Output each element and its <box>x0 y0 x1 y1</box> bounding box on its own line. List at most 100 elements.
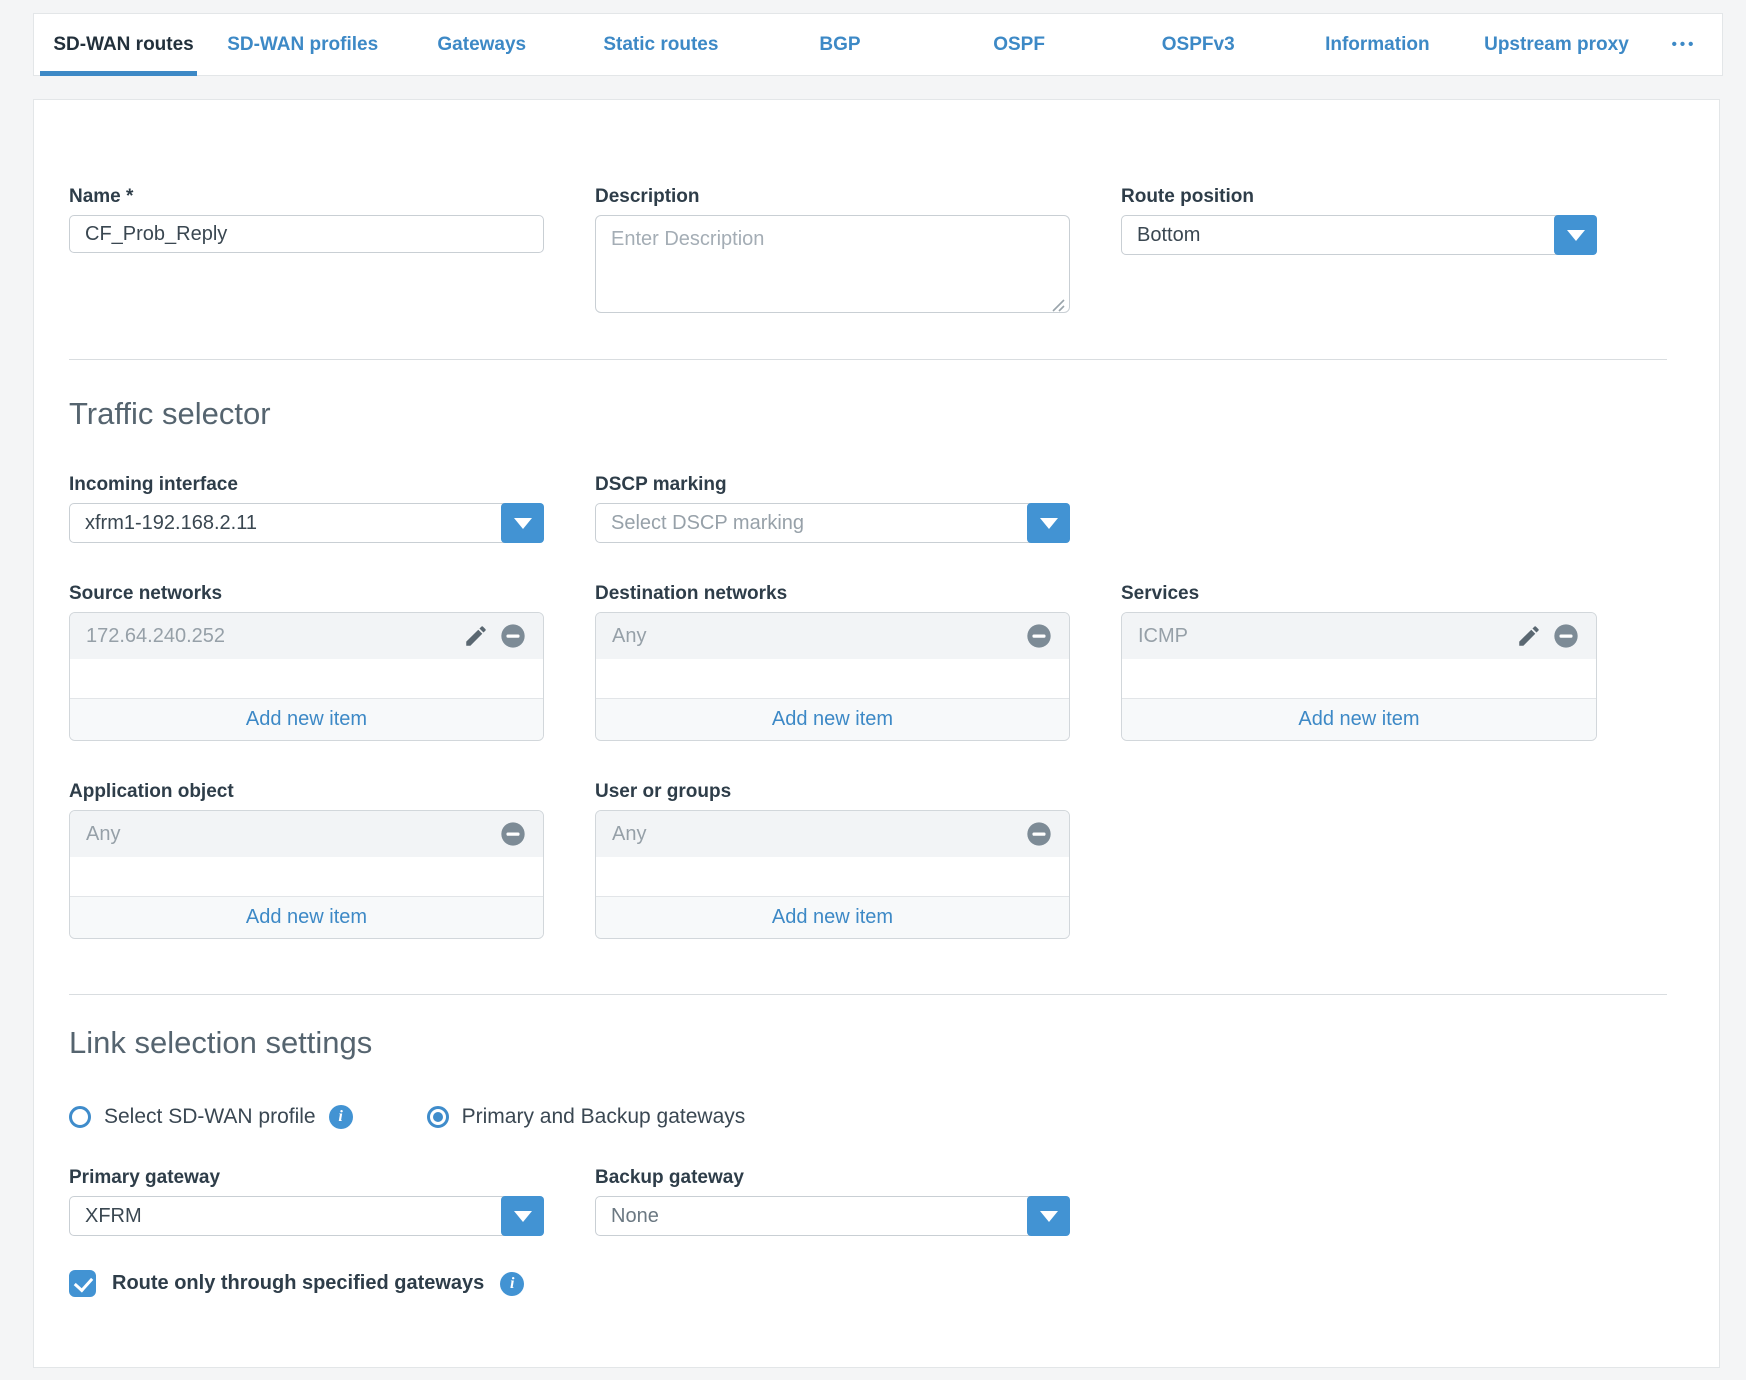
section-divider <box>69 359 1667 360</box>
add-new-item-button[interactable]: Add new item <box>70 896 543 938</box>
tab-sd-wan-routes[interactable]: SD-WAN routes <box>34 14 213 75</box>
list-item-value: ICMP <box>1138 625 1506 648</box>
list-item-value: Any <box>612 823 1015 846</box>
incoming-interface-group: Incoming interface xfrm1-192.168.2.11 <box>69 474 544 543</box>
backup-gateway-group: Backup gateway None <box>595 1167 1070 1236</box>
primary-gateway-label: Primary gateway <box>69 1167 544 1189</box>
source-networks-list: 172.64.240.252 Add new item <box>69 612 544 741</box>
user-or-groups-group: User or groups Any Add new item <box>595 781 1070 939</box>
route-only-label: Route only through specified gateways <box>112 1272 484 1295</box>
name-input[interactable] <box>69 215 544 253</box>
add-new-item-button[interactable]: Add new item <box>596 698 1069 740</box>
info-icon[interactable]: i <box>500 1272 524 1296</box>
destination-networks-group: Destination networks Any Add new item <box>595 583 1070 741</box>
backup-gateway-value: None <box>596 1205 1027 1228</box>
radio-checked-icon[interactable] <box>427 1106 449 1128</box>
user-or-groups-label: User or groups <box>595 781 1070 803</box>
application-object-list: Any Add new item <box>69 810 544 939</box>
radio-primary-backup-gateways[interactable]: Primary and Backup gateways <box>427 1105 746 1129</box>
list-empty-area <box>596 857 1069 896</box>
primary-gateway-select[interactable]: XFRM <box>69 1196 544 1236</box>
name-label: Name * <box>69 186 544 208</box>
tab-bar: SD-WAN routes SD-WAN profiles Gateways S… <box>33 13 1723 76</box>
dscp-marking-placeholder: Select DSCP marking <box>596 512 1027 535</box>
minus-circle-icon[interactable] <box>499 622 527 650</box>
traffic-selector-title: Traffic selector <box>69 396 1665 432</box>
tab-gateways[interactable]: Gateways <box>392 14 571 75</box>
add-new-item-button[interactable]: Add new item <box>596 896 1069 938</box>
tab-information[interactable]: Information <box>1288 14 1467 75</box>
minus-circle-icon[interactable] <box>1025 820 1053 848</box>
radio-select-sdwan-profile[interactable]: Select SD-WAN profile i <box>69 1105 353 1129</box>
route-only-row: Route only through specified gateways i <box>69 1270 1665 1297</box>
sd-wan-route-form: Name * Description Route position Bottom… <box>33 99 1720 1368</box>
minus-circle-icon[interactable] <box>1552 622 1580 650</box>
destination-networks-list: Any Add new item <box>595 612 1070 741</box>
tab-ospfv3[interactable]: OSPFv3 <box>1109 14 1288 75</box>
dscp-marking-select[interactable]: Select DSCP marking <box>595 503 1070 543</box>
list-item: 172.64.240.252 <box>70 613 543 659</box>
link-selection-title: Link selection settings <box>69 1025 1665 1061</box>
backup-gateway-label: Backup gateway <box>595 1167 1070 1189</box>
route-position-select[interactable]: Bottom <box>1121 215 1597 255</box>
list-item-value: Any <box>612 625 1015 648</box>
name-field-group: Name * <box>69 186 544 253</box>
chevron-down-icon[interactable] <box>1027 1196 1070 1236</box>
list-empty-area <box>70 659 543 698</box>
dscp-marking-label: DSCP marking <box>595 474 1070 496</box>
primary-gateway-value: XFRM <box>70 1205 501 1228</box>
list-empty-area <box>1122 659 1596 698</box>
chevron-down-icon[interactable] <box>501 1196 544 1236</box>
radio-label: Primary and Backup gateways <box>462 1105 746 1129</box>
incoming-interface-label: Incoming interface <box>69 474 544 496</box>
destination-networks-label: Destination networks <box>595 583 1070 605</box>
pencil-icon[interactable] <box>1516 623 1542 649</box>
tab-sd-wan-profiles[interactable]: SD-WAN profiles <box>213 14 392 75</box>
radio-unchecked-icon[interactable] <box>69 1106 91 1128</box>
tab-bgp[interactable]: BGP <box>750 14 929 75</box>
list-empty-area <box>70 857 543 896</box>
link-selection-radio-group: Select SD-WAN profile i Primary and Back… <box>69 1105 1665 1129</box>
description-field-group: Description <box>595 186 1070 318</box>
info-icon[interactable]: i <box>329 1105 353 1129</box>
tab-static-routes[interactable]: Static routes <box>571 14 750 75</box>
chevron-down-icon[interactable] <box>501 503 544 543</box>
section-divider <box>69 994 1667 995</box>
services-list: ICMP Add new item <box>1121 612 1597 741</box>
primary-gateway-group: Primary gateway XFRM <box>69 1167 544 1236</box>
tab-upstream-proxy[interactable]: Upstream proxy <box>1467 14 1646 75</box>
list-item: Any <box>70 811 543 857</box>
source-networks-group: Source networks 172.64.240.252 Add new i… <box>69 583 544 741</box>
description-input[interactable] <box>595 215 1070 313</box>
incoming-interface-select[interactable]: xfrm1-192.168.2.11 <box>69 503 544 543</box>
add-new-item-button[interactable]: Add new item <box>1122 698 1596 740</box>
services-label: Services <box>1121 583 1597 605</box>
chevron-down-icon[interactable] <box>1027 503 1070 543</box>
chevron-down-icon[interactable] <box>1554 215 1597 255</box>
pencil-icon[interactable] <box>463 623 489 649</box>
list-item-value: 172.64.240.252 <box>86 625 453 648</box>
application-object-label: Application object <box>69 781 544 803</box>
tab-ospf[interactable]: OSPF <box>930 14 1109 75</box>
radio-label: Select SD-WAN profile <box>104 1105 316 1129</box>
services-group: Services ICMP Add new item <box>1121 583 1597 741</box>
route-position-value: Bottom <box>1122 224 1554 247</box>
list-item-value: Any <box>86 823 489 846</box>
route-position-label: Route position <box>1121 186 1597 208</box>
minus-circle-icon[interactable] <box>1025 622 1053 650</box>
user-or-groups-list: Any Add new item <box>595 810 1070 939</box>
incoming-interface-value: xfrm1-192.168.2.11 <box>70 512 501 535</box>
add-new-item-button[interactable]: Add new item <box>70 698 543 740</box>
ellipsis-icon[interactable]: ••• <box>1646 14 1722 75</box>
minus-circle-icon[interactable] <box>499 820 527 848</box>
list-item: Any <box>596 811 1069 857</box>
list-item: ICMP <box>1122 613 1596 659</box>
list-item: Any <box>596 613 1069 659</box>
route-position-group: Route position Bottom <box>1121 186 1597 255</box>
route-only-checkbox[interactable] <box>69 1270 96 1297</box>
application-object-group: Application object Any Add new item <box>69 781 544 939</box>
list-empty-area <box>596 659 1069 698</box>
backup-gateway-select[interactable]: None <box>595 1196 1070 1236</box>
source-networks-label: Source networks <box>69 583 544 605</box>
dscp-marking-group: DSCP marking Select DSCP marking <box>595 474 1070 543</box>
